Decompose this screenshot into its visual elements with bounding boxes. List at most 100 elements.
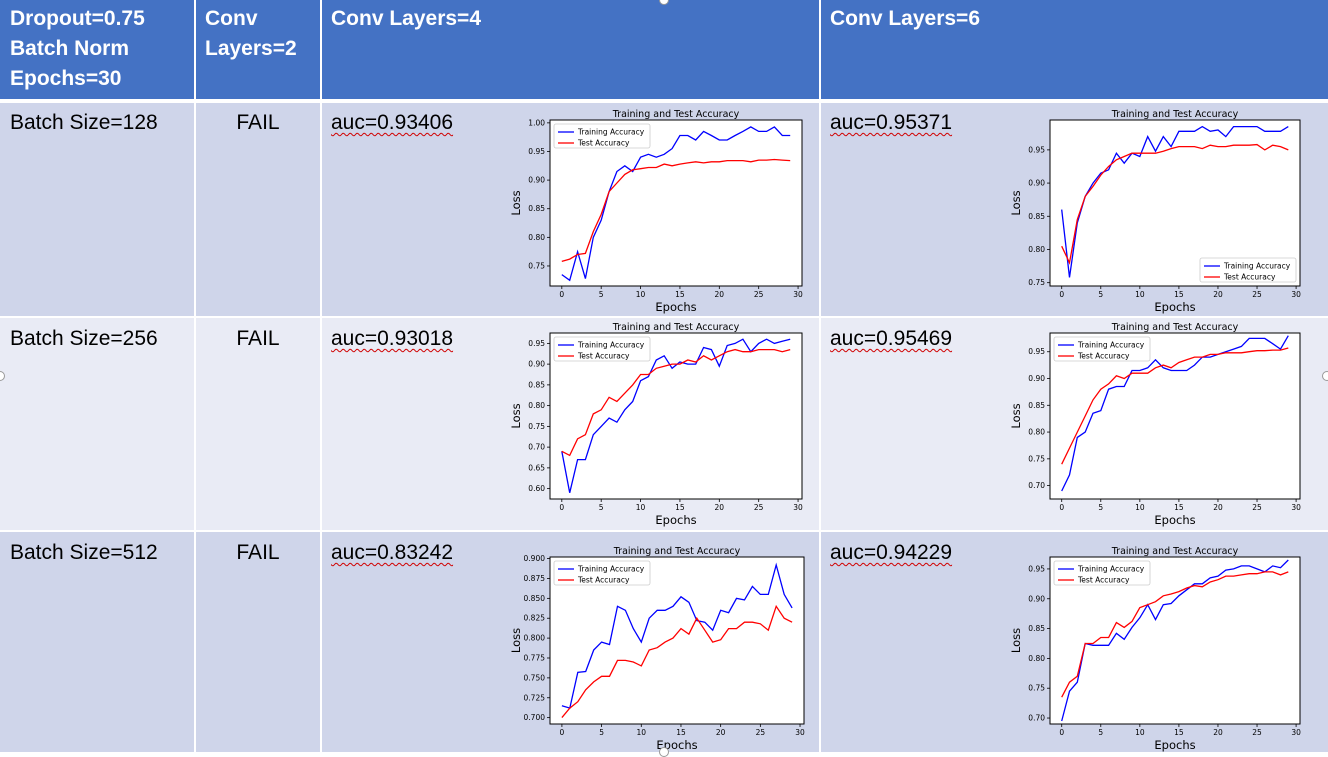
row2-conv2-cell[interactable]: FAIL <box>195 317 321 531</box>
y-tick-label: 0.90 <box>528 360 545 369</box>
chart-bs128-conv6: Training and Test Accuracy 0.75 0.80 0.85 0.… <box>1008 106 1306 314</box>
y-tick-label: 0.80 <box>528 233 545 242</box>
header-conv2-line1: Conv <box>205 7 258 30</box>
x-axis-label: Epochs <box>655 513 696 527</box>
x-tick-label: 10 <box>636 290 646 299</box>
y-tick-label: 0.65 <box>528 463 545 472</box>
y-tick-label: 0.85 <box>528 380 545 389</box>
selection-handle-right[interactable] <box>1322 371 1328 381</box>
y-axis-label: Loss <box>509 403 523 428</box>
x-tick-label: 25 <box>1252 503 1262 512</box>
chart-title: Training and Test Accuracy <box>613 546 741 557</box>
x-axis-label: Epochs <box>1154 738 1195 752</box>
row1-batch-cell[interactable]: Batch Size=128 <box>0 101 195 317</box>
x-tick-label: 5 <box>1098 728 1103 737</box>
y-tick-label: 0.80 <box>528 401 545 410</box>
column-divider <box>819 0 821 752</box>
header-conv2-line2: Layers=2 <box>205 37 297 60</box>
row1-conv2-cell[interactable]: FAIL <box>195 101 321 317</box>
x-tick-label: 15 <box>1174 728 1184 737</box>
y-tick-label: 0.90 <box>1028 374 1045 383</box>
x-tick-label: 30 <box>793 503 803 512</box>
x-tick-label: 5 <box>1098 290 1103 299</box>
x-tick-label: 15 <box>675 503 685 512</box>
y-tick-label: 0.95 <box>1028 145 1045 154</box>
auc-value: auc=0.94229 <box>830 541 953 564</box>
y-tick-label: 0.70 <box>528 443 545 452</box>
x-tick-label: 5 <box>599 290 604 299</box>
fail-label: FAIL <box>236 327 280 350</box>
header-conv4-cell[interactable]: Conv Layers=4 <box>321 0 820 101</box>
y-tick-label: 0.900 <box>524 554 546 563</box>
y-tick-label: 0.90 <box>1028 594 1045 603</box>
row-divider <box>0 316 1328 318</box>
y-tick-label: 0.80 <box>1028 654 1045 663</box>
row3-conv2-cell[interactable]: FAIL <box>195 531 321 752</box>
y-axis-label: Loss <box>509 190 523 215</box>
x-axis-label: Epochs <box>1154 513 1195 527</box>
y-axis-label: Loss <box>1009 190 1023 215</box>
y-tick-label: 0.75 <box>528 261 545 270</box>
legend-label: Test Accuracy <box>577 576 630 585</box>
batch-size-label: Batch Size=128 <box>10 111 158 134</box>
y-tick-label: 0.875 <box>524 574 546 583</box>
x-tick-label: 15 <box>1174 290 1184 299</box>
x-tick-label: 10 <box>637 728 647 737</box>
header-epochs: Epochs=30 <box>10 67 122 90</box>
chart-bs128-conv4: Training and Test Accuracy 0.75 0.80 0.85 0.… <box>508 106 808 314</box>
x-tick-label: 25 <box>756 728 766 737</box>
x-tick-label: 10 <box>1135 503 1145 512</box>
x-tick-label: 30 <box>1291 728 1301 737</box>
x-tick-label: 5 <box>599 503 604 512</box>
y-tick-label: 0.75 <box>528 422 545 431</box>
legend-label: Test Accuracy <box>1077 576 1130 585</box>
auc-value: auc=0.83242 <box>331 541 454 564</box>
x-tick-label: 10 <box>636 503 646 512</box>
x-tick-label: 10 <box>1135 728 1145 737</box>
x-tick-label: 30 <box>1291 503 1301 512</box>
y-axis-label: Loss <box>509 628 523 653</box>
header-conv6-cell[interactable]: Conv Layers=6 <box>820 0 1328 101</box>
chart-bs256-conv6: Training and Test Accuracy 0.70 0.75 0.80 0.… <box>1008 319 1306 527</box>
chart-bs512-conv6: Training and Test Accuracy 0.70 0.75 0.80 0.… <box>1008 543 1306 752</box>
row2-batch-cell[interactable]: Batch Size=256 <box>0 317 195 531</box>
x-tick-label: 20 <box>715 503 725 512</box>
x-tick-label: 0 <box>560 728 565 737</box>
x-tick-label: 30 <box>1291 290 1301 299</box>
y-tick-label: 0.95 <box>528 147 545 156</box>
y-tick-label: 0.725 <box>524 693 546 702</box>
x-tick-label: 25 <box>754 290 764 299</box>
y-axis-label: Loss <box>1009 628 1023 653</box>
header-conv2-cell[interactable]: Conv Layers=2 <box>195 0 321 101</box>
legend-label: Training Accuracy <box>1077 565 1145 574</box>
y-tick-label: 0.850 <box>524 594 546 603</box>
auc-value: auc=0.95469 <box>830 327 953 350</box>
x-tick-label: 20 <box>1213 728 1223 737</box>
chart-title: Training and Test Accuracy <box>1111 546 1239 557</box>
x-tick-label: 30 <box>793 290 803 299</box>
x-tick-label: 20 <box>1213 503 1223 512</box>
auc-value: auc=0.95371 <box>830 111 953 134</box>
legend-label: Test Accuracy <box>577 139 630 148</box>
header-conv6: Conv Layers=6 <box>830 7 980 30</box>
y-tick-label: 0.90 <box>528 176 545 185</box>
y-axis-label: Loss <box>1009 403 1023 428</box>
chart-bs512-conv4: Training and Test Accuracy 0.700 0.725 0.75… <box>508 543 810 752</box>
row3-batch-cell[interactable]: Batch Size=512 <box>0 531 195 752</box>
x-tick-label: 20 <box>1213 290 1223 299</box>
header-dropout: Dropout=0.75 <box>10 7 145 30</box>
legend-label: Test Accuracy <box>577 352 630 361</box>
chart-bs256-conv4: Training and Test Accuracy 0.60 0.65 0.70 0.… <box>508 319 808 527</box>
fail-label: FAIL <box>236 111 280 134</box>
header-divider <box>0 99 1328 103</box>
x-tick-label: 15 <box>676 728 686 737</box>
y-tick-label: 0.75 <box>1028 684 1045 693</box>
header-settings-cell[interactable]: Dropout=0.75 Batch Norm Epochs=30 <box>0 0 195 101</box>
fail-label: FAIL <box>236 541 280 564</box>
auc-value: auc=0.93406 <box>331 111 454 134</box>
x-tick-label: 5 <box>599 728 604 737</box>
row-divider <box>0 530 1328 532</box>
selection-handle-bottom[interactable] <box>659 747 669 757</box>
x-tick-label: 0 <box>1059 503 1064 512</box>
y-tick-label: 0.70 <box>1028 481 1045 490</box>
